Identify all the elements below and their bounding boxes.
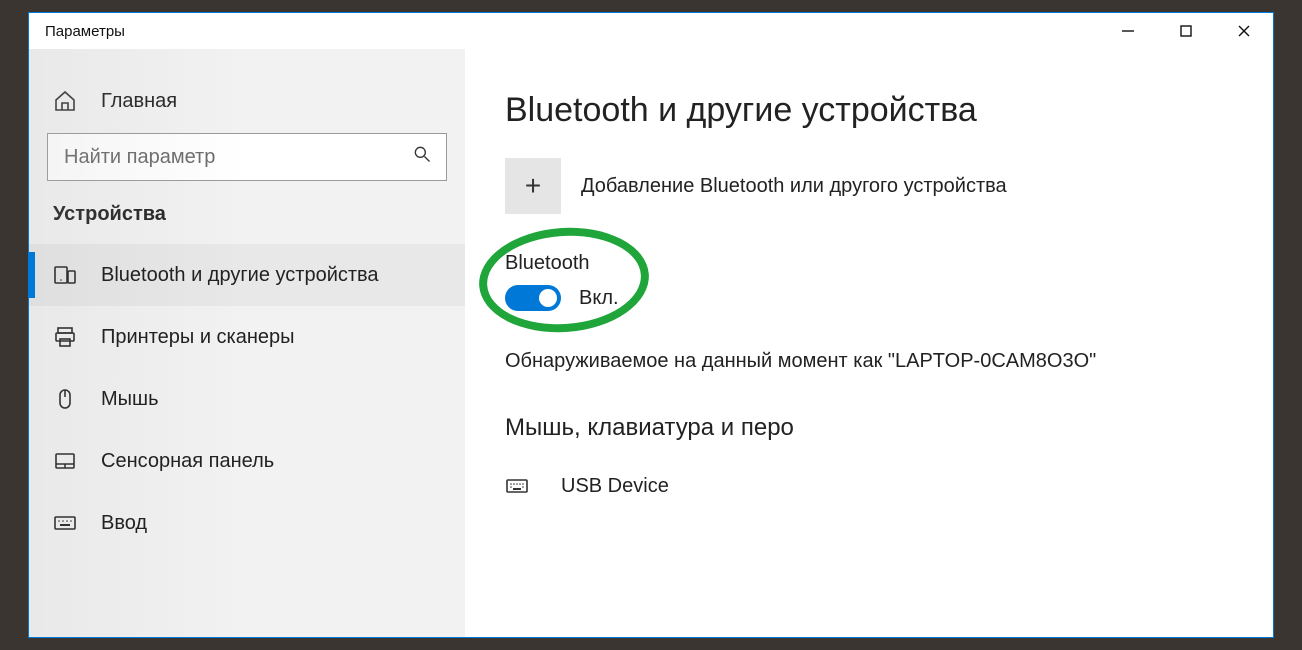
main-panel: Bluetooth и другие устройства + Добавлен…: [465, 49, 1273, 637]
sidebar-item-touchpad[interactable]: Сенсорная панель: [29, 430, 465, 492]
sidebar-item-bluetooth-devices[interactable]: Bluetooth и другие устройства: [29, 244, 465, 306]
sidebar-home-label: Главная: [101, 90, 177, 113]
minimize-button[interactable]: [1099, 13, 1157, 49]
keyboard-icon: [53, 510, 79, 536]
sidebar-item-label: Мышь: [101, 388, 159, 411]
search-icon: [412, 144, 432, 170]
devices-icon: [53, 262, 79, 288]
window-frame: Параметры: [0, 0, 1302, 650]
maximize-button[interactable]: [1157, 13, 1215, 49]
add-device-label: Добавление Bluetooth или другого устройс…: [581, 175, 1007, 198]
device-row[interactable]: USB Device: [505, 470, 1233, 502]
bluetooth-toggle-state: Вкл.: [579, 287, 619, 310]
window-controls: [1099, 13, 1273, 49]
sidebar-item-mouse[interactable]: Мышь: [29, 368, 465, 430]
device-label: USB Device: [561, 475, 669, 498]
mouse-icon: [53, 386, 79, 412]
close-button[interactable]: [1215, 13, 1273, 49]
sidebar-item-printers[interactable]: Принтеры и сканеры: [29, 306, 465, 368]
sidebar-item-typing[interactable]: Ввод: [29, 492, 465, 554]
section-heading-mouse-kb: Мышь, клавиатура и перо: [505, 414, 1233, 442]
plus-icon: +: [505, 158, 561, 214]
search-input[interactable]: [62, 145, 412, 170]
bluetooth-toggle-row: Вкл.: [505, 285, 619, 311]
printer-icon: [53, 324, 79, 350]
annotation-ellipse: [476, 222, 653, 338]
sidebar-home[interactable]: Главная: [29, 79, 465, 133]
content: Главная Устройства: [29, 49, 1273, 637]
sidebar-item-label: Принтеры и сканеры: [101, 326, 295, 349]
titlebar: Параметры: [29, 13, 1273, 49]
home-icon: [53, 89, 79, 113]
keyboard-icon: [505, 474, 539, 498]
page-title: Bluetooth и другие устройства: [505, 91, 1233, 130]
bluetooth-toggle[interactable]: [505, 285, 561, 311]
window-title: Параметры: [45, 23, 125, 40]
settings-window: Параметры: [28, 12, 1274, 638]
search-wrap: [29, 133, 465, 203]
sidebar-item-label: Bluetooth и другие устройства: [101, 264, 379, 287]
sidebar-item-label: Ввод: [101, 512, 147, 535]
sidebar-nav: Bluetooth и другие устройства Принтеры и…: [29, 244, 465, 554]
add-device-row[interactable]: + Добавление Bluetooth или другого устро…: [505, 158, 1233, 214]
sidebar-item-label: Сенсорная панель: [101, 450, 274, 473]
touchpad-icon: [53, 448, 79, 474]
search-box[interactable]: [47, 133, 447, 181]
sidebar-section-label: Устройства: [29, 203, 465, 244]
discoverable-text: Обнаруживаемое на данный момент как "LAP…: [505, 347, 1233, 376]
bluetooth-label: Bluetooth: [505, 252, 590, 275]
sidebar: Главная Устройства: [29, 49, 465, 637]
bluetooth-block: Bluetooth Вкл.: [505, 252, 1233, 311]
